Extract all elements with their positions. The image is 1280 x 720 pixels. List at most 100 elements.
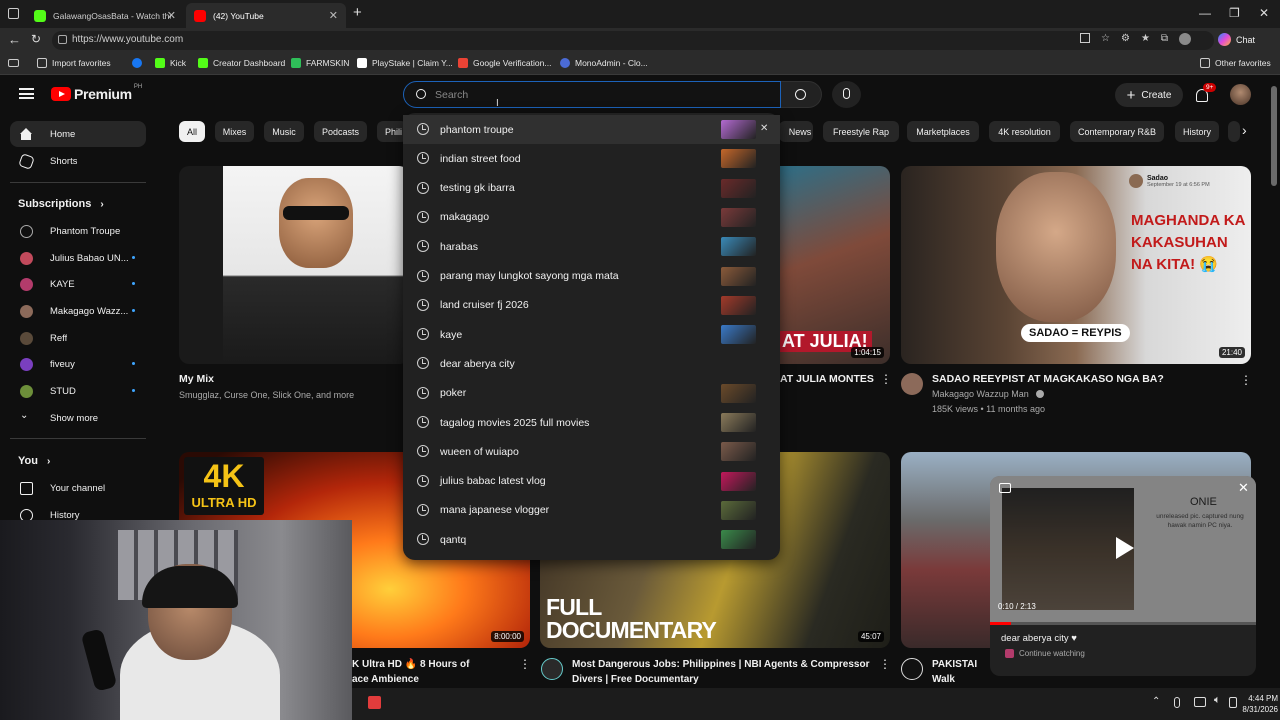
search-suggestion[interactable]: wueen of wuiapo: [403, 437, 780, 466]
video-title-pakistan[interactable]: PAKISTAI Walk: [932, 657, 977, 687]
profile-avatar[interactable]: [1179, 33, 1192, 45]
page-scrollbar[interactable]: [1269, 76, 1279, 688]
miniplayer-video[interactable]: ONIE unreleased pic. captured nung hawak…: [990, 476, 1256, 622]
chip-marketplaces[interactable]: Marketplaces: [907, 121, 979, 142]
sidebar-sub-julius-babao[interactable]: Julius Babao UN...: [0, 245, 156, 271]
search-suggestion[interactable]: phantom troupe ✕: [403, 115, 780, 144]
sidebar-item-home[interactable]: Home: [10, 121, 146, 147]
search-suggestion[interactable]: dear aberya city: [403, 349, 780, 378]
tab-youtube[interactable]: (42) YouTube ✕: [186, 3, 346, 28]
fav-import[interactable]: Import favorites: [37, 58, 111, 68]
video-title-fireplace[interactable]: K Ultra HD 🔥 8 Hours of ace Ambience: [352, 657, 517, 687]
fav-other[interactable]: Other favorites: [1200, 58, 1271, 68]
search-input[interactable]: Search I: [403, 81, 781, 109]
fav-creator-dashboard[interactable]: Creator Dashboard: [198, 58, 285, 68]
search-suggestion[interactable]: indian street food: [403, 144, 780, 173]
youtube-logo[interactable]: Premium PH: [51, 84, 142, 102]
account-avatar[interactable]: [1230, 84, 1251, 105]
collections-icon[interactable]: ⧉: [1161, 33, 1168, 47]
search-suggestion[interactable]: poker: [403, 379, 780, 408]
split-screen-icon[interactable]: [1080, 33, 1090, 43]
tray-chevron-icon[interactable]: ⌃: [1152, 696, 1160, 707]
more-options-icon[interactable]: ⋮: [880, 372, 892, 386]
search-suggestion[interactable]: kaye: [403, 320, 780, 349]
notifications-button[interactable]: 9+: [1193, 83, 1217, 106]
sidebar-sub-reff[interactable]: Reff: [0, 325, 156, 351]
search-suggestion[interactable]: parang may lungkot sayong mga mata: [403, 262, 780, 291]
back-icon[interactable]: ←: [8, 32, 21, 47]
more-options-icon[interactable]: ⋮: [519, 657, 531, 671]
close-icon[interactable]: ✕: [1238, 480, 1249, 496]
progress-bar[interactable]: [990, 622, 1256, 625]
search-button[interactable]: [781, 81, 822, 108]
remove-suggestion-icon[interactable]: ✕: [760, 123, 768, 134]
chip-4k-resolution[interactable]: 4K resolution: [989, 121, 1060, 142]
copilot-chat-button[interactable]: Chat: [1218, 33, 1255, 46]
site-info-icon[interactable]: [58, 35, 67, 44]
more-options-icon[interactable]: ⋮: [879, 657, 891, 671]
video-title-sadao[interactable]: SADAO REEYPIST AT MAGKAKASO NGA BA?: [932, 372, 1222, 387]
menu-icon[interactable]: [19, 88, 34, 99]
play-icon[interactable]: [1116, 537, 1134, 559]
search-suggestion[interactable]: land cruiser fj 2026: [403, 291, 780, 320]
tab-galawang[interactable]: GalawangOsasBata - Watch the VO ✕: [26, 3, 184, 28]
volume-icon[interactable]: 🔈︎: [1214, 694, 1221, 707]
video-title-documentary[interactable]: Most Dangerous Jobs: Philippines | NBI A…: [572, 657, 872, 687]
fav-farmskin[interactable]: FARMSKIN: [291, 58, 349, 68]
new-tab-icon[interactable]: +: [353, 4, 362, 21]
chip-history[interactable]: History: [1175, 121, 1219, 142]
chip-all[interactable]: All: [179, 121, 205, 142]
video-channel-sadao[interactable]: Makagago Wazzup Man: [932, 389, 1029, 399]
search-suggestion[interactable]: testing gk ibarra: [403, 174, 780, 203]
fav-playstake[interactable]: PlayStake | Claim Y...: [357, 58, 453, 68]
expand-icon[interactable]: [999, 483, 1011, 493]
chip-music[interactable]: Music: [264, 121, 304, 142]
search-suggestion[interactable]: julius babac latest vlog: [403, 467, 780, 496]
chip-podcasts[interactable]: Podcasts: [314, 121, 367, 142]
fav-facebook[interactable]: [132, 58, 147, 68]
workspaces-icon[interactable]: [8, 8, 19, 19]
channel-avatar[interactable]: [901, 658, 923, 680]
thumbnail-my-mix[interactable]: [179, 166, 409, 364]
subscriptions-heading[interactable]: Subscriptions ›: [18, 198, 104, 210]
clock[interactable]: 4:44 PM 8/31/2026: [1234, 693, 1278, 715]
sidebar-sub-makagago[interactable]: Makagago Wazz...: [0, 298, 156, 324]
sidebar-show-more[interactable]: ⌄ Show more: [0, 405, 156, 431]
restore-icon[interactable]: ❐: [1229, 6, 1240, 20]
network-icon[interactable]: [1194, 697, 1206, 707]
close-tab-icon[interactable]: ✕: [329, 9, 338, 22]
chip-news[interactable]: News: [779, 121, 813, 142]
search-suggestion[interactable]: makagago: [403, 203, 780, 232]
thumbnail-julia[interactable]: AT JULIA! 1:04:15: [780, 166, 890, 364]
search-suggestion[interactable]: mana japanese vlogger: [403, 496, 780, 525]
reading-icon[interactable]: [8, 59, 19, 67]
miniplayer-title[interactable]: dear aberya city ♥: [1001, 633, 1077, 644]
microphone-icon[interactable]: [1174, 697, 1180, 708]
sidebar-your-channel[interactable]: Your channel: [0, 475, 156, 501]
fav-google-verification[interactable]: Google Verification...: [458, 58, 551, 68]
sidebar-item-shorts[interactable]: Shorts: [0, 148, 156, 174]
more-options-icon[interactable]: ⋮: [1240, 373, 1252, 387]
search-suggestion[interactable]: tagalog movies 2025 full movies: [403, 408, 780, 437]
favorite-star-icon[interactable]: ☆: [1101, 33, 1110, 47]
sidebar-sub-phantom-troupe[interactable]: Phantom Troupe: [0, 218, 156, 244]
video-title-my-mix[interactable]: My Mix: [179, 372, 214, 387]
chip-contemporary-rnb[interactable]: Contemporary R&B: [1070, 121, 1164, 142]
url-field[interactable]: https://www.youtube.com: [52, 31, 1214, 50]
thumbnail-sadao[interactable]: Sadao September 19 at 6:56 PM MAGHANDA K…: [901, 166, 1251, 364]
chevron-right-icon[interactable]: ›: [1242, 122, 1247, 138]
sidebar-sub-stud[interactable]: STUD: [0, 378, 156, 404]
search-suggestion[interactable]: harabas: [403, 232, 780, 261]
miniplayer[interactable]: ONIE unreleased pic. captured nung hawak…: [990, 476, 1256, 676]
app-icon[interactable]: [368, 696, 381, 709]
scrollbar-thumb[interactable]: [1271, 86, 1277, 186]
minimize-icon[interactable]: —: [1199, 6, 1211, 20]
search-suggestion[interactable]: qantq: [403, 525, 780, 554]
refresh-icon[interactable]: ↻: [31, 32, 41, 46]
channel-avatar[interactable]: [901, 373, 923, 395]
extensions-icon[interactable]: ⚙: [1121, 33, 1130, 47]
sidebar-sub-kaye[interactable]: KAYE: [0, 271, 156, 297]
chip-mixes[interactable]: Mixes: [215, 121, 254, 142]
create-button[interactable]: + Create: [1115, 83, 1183, 107]
chip-partial[interactable]: [1228, 121, 1240, 142]
